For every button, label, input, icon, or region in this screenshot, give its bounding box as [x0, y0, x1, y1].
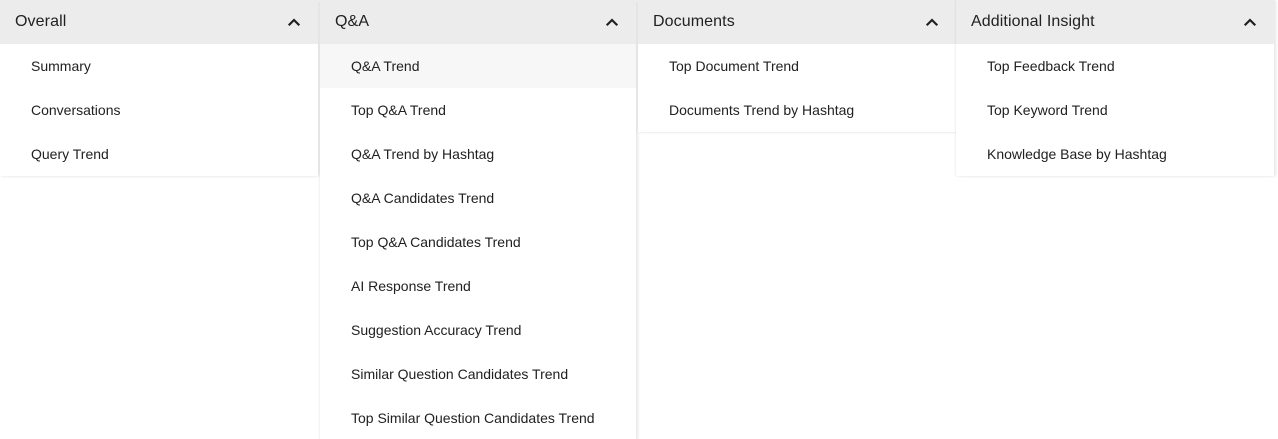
menu-item-top-qa-trend[interactable]: Top Q&A Trend [320, 88, 636, 132]
menu-item-qa-trend-by-hashtag[interactable]: Q&A Trend by Hashtag [320, 132, 636, 176]
menu-list-additional-insight: Top Feedback Trend Top Keyword Trend Kno… [956, 44, 1274, 176]
menu-item-top-qa-candidates-trend[interactable]: Top Q&A Candidates Trend [320, 220, 636, 264]
menu-panel-additional-insight: Additional Insight Top Feedback Trend To… [956, 0, 1274, 176]
menu-item-qa-trend[interactable]: Q&A Trend [320, 44, 636, 88]
menu-header-qa[interactable]: Q&A [320, 0, 636, 44]
menu-list-qa: Q&A Trend Top Q&A Trend Q&A Trend by Has… [320, 44, 636, 439]
menu-title: Additional Insight [971, 13, 1095, 30]
menu-item-top-document-trend[interactable]: Top Document Trend [638, 44, 956, 88]
menu-header-additional-insight[interactable]: Additional Insight [956, 0, 1274, 44]
menu-panel-overall: Overall Summary Conversations Query Tren… [0, 0, 318, 176]
chevron-up-icon[interactable] [1242, 14, 1258, 30]
menu-item-ai-response-trend[interactable]: AI Response Trend [320, 264, 636, 308]
menu-item-documents-trend-by-hashtag[interactable]: Documents Trend by Hashtag [638, 88, 956, 132]
menu-title: Overall [15, 13, 67, 30]
menu-list-overall: Summary Conversations Query Trend [0, 44, 318, 176]
menu-item-top-similar-question-candidates-trend[interactable]: Top Similar Question Candidates Trend [320, 396, 636, 439]
menu-item-qa-candidates-trend[interactable]: Q&A Candidates Trend [320, 176, 636, 220]
menu-item-top-feedback-trend[interactable]: Top Feedback Trend [956, 44, 1274, 88]
menu-header-overall[interactable]: Overall [0, 0, 318, 44]
menu-header-documents[interactable]: Documents [638, 0, 956, 44]
dashboard-menus: Overall Summary Conversations Query Tren… [0, 0, 1278, 439]
menu-panel-qa: Q&A Q&A Trend Top Q&A Trend Q&A Trend by… [320, 0, 636, 439]
menu-panel-documents: Documents Top Document Trend Documents T… [638, 0, 956, 132]
menu-item-top-keyword-trend[interactable]: Top Keyword Trend [956, 88, 1274, 132]
menu-list-documents: Top Document Trend Documents Trend by Ha… [638, 44, 956, 132]
menu-item-suggestion-accuracy-trend[interactable]: Suggestion Accuracy Trend [320, 308, 636, 352]
menu-title: Documents [653, 13, 735, 30]
menu-item-summary[interactable]: Summary [0, 44, 318, 88]
chevron-up-icon[interactable] [286, 14, 302, 30]
menu-item-similar-question-candidates-trend[interactable]: Similar Question Candidates Trend [320, 352, 636, 396]
chevron-up-icon[interactable] [604, 14, 620, 30]
menu-item-query-trend[interactable]: Query Trend [0, 132, 318, 176]
menu-item-conversations[interactable]: Conversations [0, 88, 318, 132]
menu-item-knowledge-base-by-hashtag[interactable]: Knowledge Base by Hashtag [956, 132, 1274, 176]
chevron-up-icon[interactable] [924, 14, 940, 30]
menu-title: Q&A [335, 13, 370, 30]
